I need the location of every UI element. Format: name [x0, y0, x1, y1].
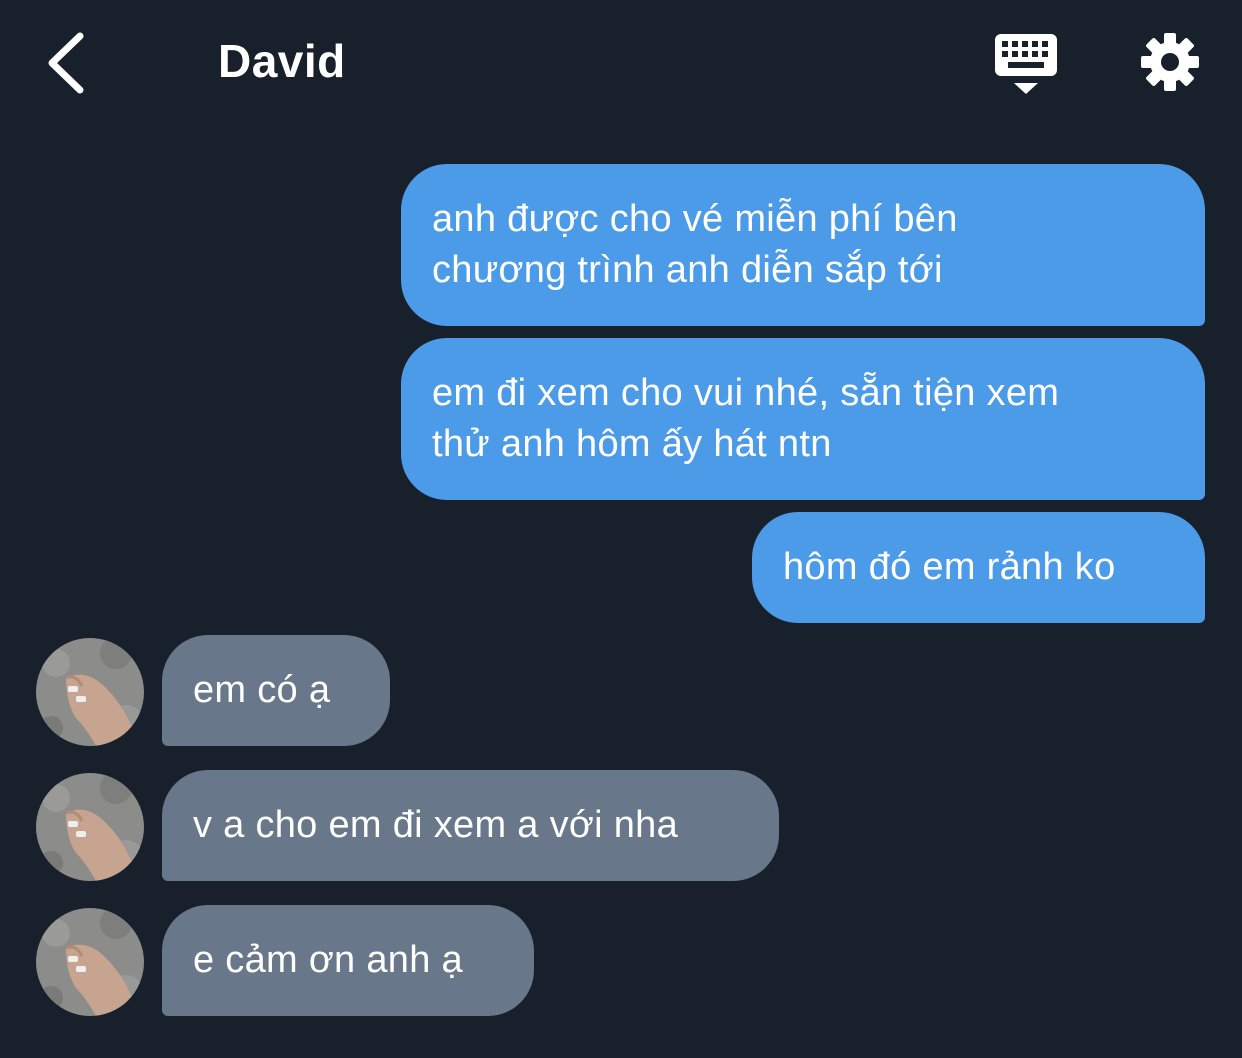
message-line: v a cho em đi xem a với nha — [193, 804, 679, 846]
keyboard-button[interactable] — [992, 32, 1060, 98]
back-button[interactable] — [40, 28, 100, 98]
incoming-message[interactable]: e cảm ơn anh ạ — [162, 905, 534, 1016]
incoming-message[interactable]: em có ạ — [162, 635, 390, 746]
message-line: e cảm ơn anh ạ — [193, 939, 463, 981]
outgoing-message[interactable]: anh được cho vé miễn phí bên chương trìn… — [401, 164, 1205, 326]
avatar[interactable] — [36, 638, 144, 746]
incoming-message[interactable]: v a cho em đi xem a với nha — [162, 770, 779, 881]
avatar[interactable] — [36, 773, 144, 881]
chat-screen: David anh được cho vé miễn phí bên chươn… — [0, 0, 1242, 1058]
message-line: thử anh hôm ấy hát ntn — [432, 423, 832, 465]
settings-button[interactable] — [1138, 30, 1202, 94]
message-line: em đi xem cho vui nhé, sẵn tiện xem — [432, 372, 1060, 414]
avatar[interactable] — [36, 908, 144, 1016]
avatar-image — [36, 908, 144, 1016]
avatar-image — [36, 638, 144, 746]
message-line: anh được cho vé miễn phí bên — [432, 198, 958, 240]
message-line: hôm đó em rảnh ko — [783, 546, 1116, 588]
gear-icon — [1141, 33, 1199, 91]
outgoing-message[interactable]: em đi xem cho vui nhé, sẵn tiện xem thử … — [401, 338, 1205, 500]
chat-title: David — [218, 35, 346, 87]
avatar-image — [36, 773, 144, 881]
outgoing-message[interactable]: hôm đó em rảnh ko — [752, 512, 1205, 623]
message-line: em có ạ — [193, 669, 331, 711]
keyboard-icon — [995, 34, 1057, 94]
chevron-left-icon — [48, 32, 84, 94]
message-line: chương trình anh diễn sắp tới — [432, 249, 943, 291]
